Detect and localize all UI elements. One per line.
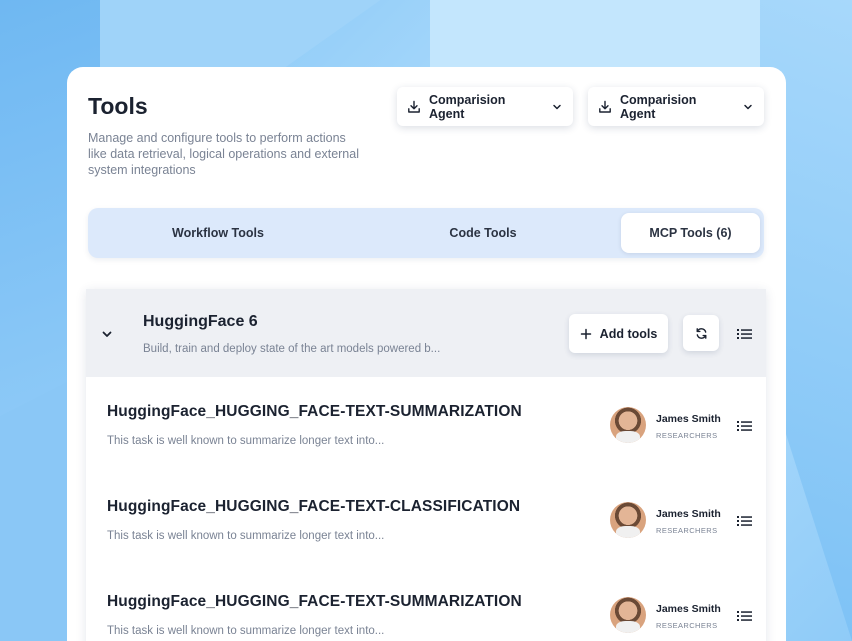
- list-menu-icon[interactable]: [737, 419, 753, 433]
- list-menu-icon[interactable]: [737, 609, 753, 623]
- tool-group: HuggingFace 6 Build, train and deploy st…: [86, 289, 766, 641]
- owner-role: RESEARCHERS: [656, 526, 718, 535]
- list-menu-icon[interactable]: [737, 327, 753, 341]
- background-panel: [430, 0, 760, 70]
- agent-select-label: Comparision Agent: [429, 92, 506, 121]
- download-icon: [599, 100, 611, 113]
- refresh-icon: [696, 327, 706, 339]
- group-title: HuggingFace 6: [143, 313, 258, 330]
- agent-select-2[interactable]: Comparision Agent: [588, 87, 764, 126]
- avatar: [610, 407, 646, 443]
- download-icon: [408, 100, 420, 113]
- tab-mcp-tools[interactable]: MCP Tools (6): [621, 213, 760, 253]
- tool-row[interactable]: HuggingFace_HUGGING_FACE-TEXT-SUMMARIZAT…: [86, 567, 766, 641]
- avatar: [610, 502, 646, 538]
- background-panel: [100, 0, 381, 70]
- add-tools-label: Add tools: [599, 326, 658, 341]
- tool-description: This task is well known to summarize lon…: [107, 435, 385, 447]
- tool-name: HuggingFace_HUGGING_FACE-TEXT-SUMMARIZAT…: [107, 403, 522, 420]
- page-title: Tools: [88, 93, 148, 119]
- owner-role: RESEARCHERS: [656, 431, 718, 440]
- tool-description: This task is well known to summarize lon…: [107, 625, 385, 637]
- group-description: Build, train and deploy state of the art…: [143, 343, 441, 355]
- owner-role: RESEARCHERS: [656, 621, 718, 630]
- chevron-down-icon: [744, 104, 752, 109]
- owner-name: James Smith: [656, 413, 721, 425]
- owner-name: James Smith: [656, 508, 721, 520]
- tool-name: HuggingFace_HUGGING_FACE-TEXT-CLASSIFICA…: [107, 498, 521, 515]
- page-subtitle: Manage and configure tools to perform ac…: [88, 131, 359, 177]
- tools-card: Tools Manage and configure tools to perf…: [67, 67, 786, 641]
- add-tools-button[interactable]: Add tools: [569, 314, 668, 353]
- tool-description: This task is well known to summarize lon…: [107, 530, 385, 542]
- tool-name: HuggingFace_HUGGING_FACE-TEXT-SUMMARIZAT…: [107, 593, 522, 610]
- tab-workflow-tools[interactable]: Workflow Tools: [108, 213, 328, 253]
- tool-row[interactable]: HuggingFace_HUGGING_FACE-TEXT-CLASSIFICA…: [86, 472, 766, 567]
- owner-name: James Smith: [656, 603, 721, 615]
- plus-icon: [580, 328, 591, 339]
- chevron-down-icon: [553, 104, 561, 109]
- list-menu-icon[interactable]: [737, 514, 753, 528]
- agent-select-1[interactable]: Comparision Agent: [397, 87, 573, 126]
- tab-code-tools[interactable]: Code Tools: [373, 213, 593, 253]
- agent-select-label: Comparision Agent: [620, 92, 697, 121]
- avatar: [610, 597, 646, 633]
- tool-tabs: Workflow Tools Code Tools MCP Tools (6): [88, 208, 764, 258]
- tool-row[interactable]: HuggingFace_HUGGING_FACE-TEXT-SUMMARIZAT…: [86, 377, 766, 472]
- refresh-button[interactable]: [683, 315, 719, 351]
- chevron-down-icon[interactable]: [100, 327, 114, 341]
- tool-group-header: HuggingFace 6 Build, train and deploy st…: [86, 289, 766, 377]
